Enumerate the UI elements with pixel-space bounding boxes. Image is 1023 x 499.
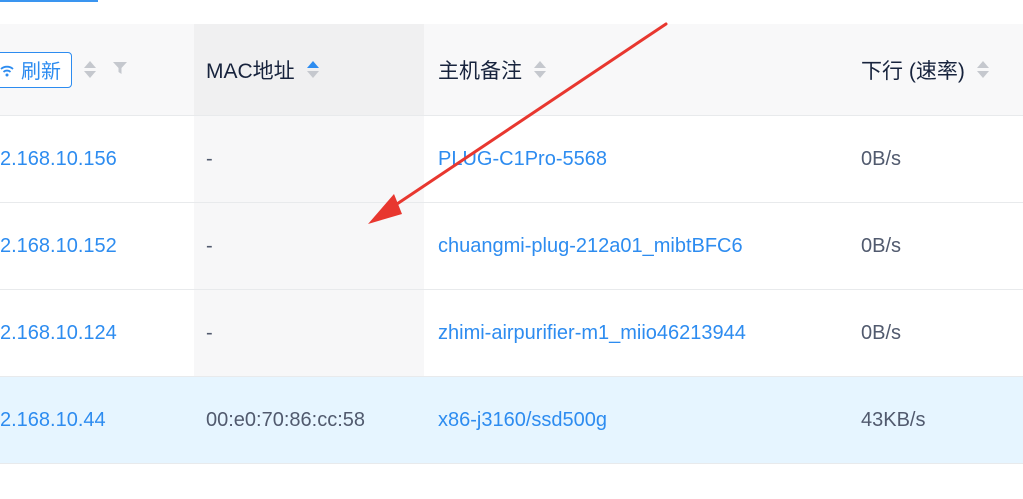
down-cell: 0B/s	[861, 234, 902, 257]
header-note[interactable]: 主机备注	[424, 24, 847, 115]
ip-cell[interactable]: 2.168.10.124	[0, 290, 194, 376]
header-ip: 刷新	[0, 24, 194, 115]
device-table: 刷新 MAC地址 主机备注 下行 (速率) 2.168.10.156 - PLU…	[0, 24, 1023, 464]
table-row[interactable]: 2.168.10.156 - PLUG-C1Pro-5568 0B/s	[0, 116, 1023, 203]
table-row[interactable]: 2.168.10.152 - chuangmi-plug-212a01_mibt…	[0, 203, 1023, 290]
ip-cell[interactable]: 2.168.10.152	[0, 203, 194, 289]
table-header: 刷新 MAC地址 主机备注 下行 (速率)	[0, 24, 1023, 116]
table-row[interactable]: 2.168.10.124 - zhimi-airpurifier-m1_miio…	[0, 290, 1023, 377]
down-label: 下行 (速率)	[861, 59, 965, 83]
note-cell[interactable]: x86-j3160/ssd500g	[424, 377, 847, 463]
down-cell: 0B/s	[861, 321, 902, 344]
header-down[interactable]: 下行 (速率)	[847, 24, 1023, 115]
down-cell: 0B/s	[861, 147, 902, 170]
sort-caret-icon[interactable]	[84, 61, 96, 78]
mac-cell: -	[194, 203, 424, 289]
mac-label: MAC地址	[206, 59, 295, 83]
mac-cell: -	[194, 290, 424, 376]
mac-cell: -	[194, 116, 424, 202]
top-tabs-strip	[0, 0, 1023, 24]
table-row-selected[interactable]: 2.168.10.44 00:e0:70:86:cc:58 x86-j3160/…	[0, 377, 1023, 464]
note-label: 主机备注	[438, 59, 522, 83]
mac-cell: 00:e0:70:86:cc:58	[194, 377, 424, 463]
note-cell[interactable]: chuangmi-plug-212a01_mibtBFC6	[424, 203, 847, 289]
down-cell: 43KB/s	[861, 408, 926, 431]
note-cell[interactable]: zhimi-airpurifier-m1_miio46213944	[424, 290, 847, 376]
header-mac[interactable]: MAC地址	[194, 24, 424, 115]
refresh-button[interactable]: 刷新	[0, 51, 72, 88]
ip-cell[interactable]: 2.168.10.156	[0, 116, 194, 202]
refresh-label: 刷新	[21, 61, 61, 83]
filter-icon[interactable]	[112, 58, 128, 82]
note-cell[interactable]: PLUG-C1Pro-5568	[424, 116, 847, 202]
sort-caret-icon[interactable]	[976, 61, 989, 78]
wifi-icon	[0, 62, 15, 78]
active-tab-indicator	[0, 0, 98, 2]
sort-caret-icon[interactable]	[306, 61, 319, 78]
ip-cell[interactable]: 2.168.10.44	[0, 377, 194, 463]
sort-caret-icon[interactable]	[534, 61, 546, 78]
